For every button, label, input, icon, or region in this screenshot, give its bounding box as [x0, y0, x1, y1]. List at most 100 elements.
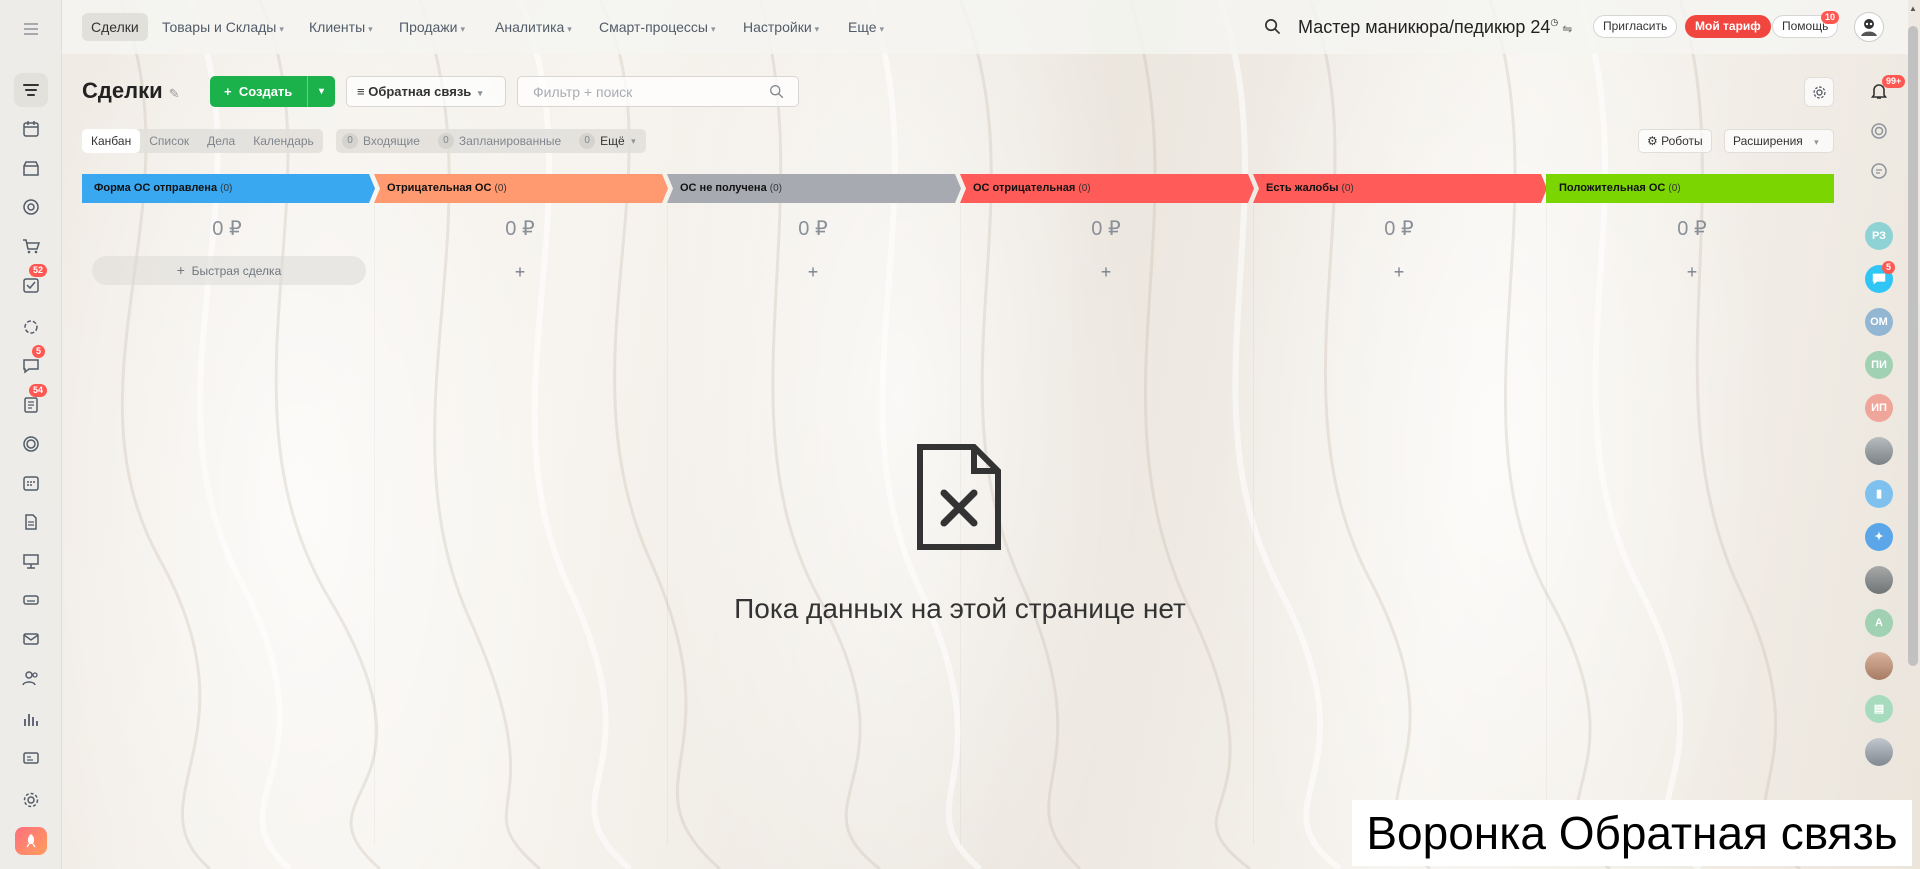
rail-avatar-10[interactable]: А	[1865, 609, 1893, 637]
pin-icon[interactable]: ✎	[169, 86, 180, 101]
bird-icon: ✦	[1874, 531, 1884, 543]
funnel-selector[interactable]: ≡ Обратная связь ▾	[346, 76, 506, 107]
nav-deals[interactable]: Сделки	[82, 13, 148, 41]
sidebar-analytics-icon[interactable]	[14, 702, 48, 736]
robots-button[interactable]: ⚙ Роботы	[1638, 129, 1712, 153]
sidebar-automation-icon[interactable]	[14, 310, 48, 344]
sidebar-store-icon[interactable]	[14, 151, 48, 185]
my-tariff-button[interactable]: Мой тариф	[1685, 15, 1771, 38]
stage-sum-6: 0 ₽	[1677, 218, 1707, 240]
clock-icon: ◷	[1550, 17, 1559, 27]
stage-add-button-6[interactable]: +	[1547, 262, 1837, 283]
sidebar-drive-icon[interactable]	[14, 583, 48, 617]
sidebar-target-icon[interactable]	[14, 190, 48, 224]
caption-label: Воронка Обратная связь	[1352, 800, 1912, 866]
sidebar-rocket-icon[interactable]	[15, 827, 47, 855]
counter-more[interactable]: 0 Ещё ▾	[579, 133, 636, 149]
create-dropdown-chevron-icon[interactable]: ▾	[307, 76, 335, 107]
search-icon[interactable]	[1264, 18, 1281, 38]
scroll-up-arrow-icon[interactable]: ▲	[1908, 4, 1918, 18]
sidebar-settings-icon[interactable]	[14, 783, 48, 817]
stage-title-3[interactable]: ОС не получена (0)	[670, 174, 782, 203]
tab-calendar[interactable]: Календарь	[244, 129, 323, 153]
stage-title-2[interactable]: Отрицательная ОС (0)	[377, 174, 507, 203]
counter-planned[interactable]: 0 Запланированные	[437, 133, 561, 149]
notifications-badge: 99+	[1882, 75, 1906, 88]
left-sidebar: 52 5 54	[0, 0, 62, 869]
chevron-down-icon: ▾	[567, 24, 572, 34]
sidebar-calendar-icon[interactable]	[14, 112, 48, 146]
stage-add-button-2[interactable]: +	[375, 262, 665, 283]
stage-add-button-3[interactable]: +	[668, 262, 958, 283]
open-channels-icon[interactable]	[1868, 160, 1890, 182]
tasks-badge: 52	[29, 264, 48, 277]
rail-avatar-5[interactable]: ИП	[1865, 394, 1893, 422]
search-icon[interactable]	[769, 84, 784, 102]
sidebar-docs-icon[interactable]: 54	[14, 384, 48, 422]
rail-avatar-8[interactable]: ✦	[1865, 523, 1893, 551]
user-avatar[interactable]	[1854, 12, 1884, 42]
portal-title[interactable]: Мастер маникюра/педикюр 24◷ ⇋	[1298, 17, 1572, 38]
sidebar-tasks-icon[interactable]: 52	[14, 264, 48, 302]
rail-avatar-4[interactable]: ПИ	[1865, 351, 1893, 379]
nav-goods[interactable]: Товары и Склады ▾	[153, 13, 293, 41]
rail-avatar-11[interactable]	[1865, 652, 1893, 680]
tab-kanban[interactable]: Канбан	[82, 129, 141, 153]
stage-title-1[interactable]: Форма ОС отправлена (0)	[84, 174, 232, 203]
page-scrollbar[interactable]	[1908, 26, 1918, 666]
sidebar-crm-icon[interactable]	[14, 73, 48, 107]
filter-search[interactable]	[517, 76, 799, 107]
kanban-settings-button[interactable]	[1804, 77, 1834, 107]
sliders-icon[interactable]: ⇋	[1562, 22, 1572, 36]
sidebar-chats-icon[interactable]: 5	[14, 345, 48, 383]
note-icon: ▤	[1873, 703, 1885, 715]
chevron-down-icon: ▾	[710, 24, 716, 34]
sidebar-presentation-icon[interactable]	[14, 544, 48, 578]
rail-avatar-1[interactable]: РЗ	[1865, 222, 1893, 250]
rail-avatar-6[interactable]	[1865, 437, 1893, 465]
rail-avatar-13[interactable]	[1865, 738, 1893, 766]
nav-smart-processes[interactable]: Смарт-процессы ▾	[590, 13, 724, 41]
nav-sales[interactable]: Продажи ▾	[390, 13, 474, 41]
sidebar-mail-icon[interactable]	[14, 622, 48, 656]
filter-search-input[interactable]	[518, 77, 758, 106]
right-rail: 99+ РЗ 5 ОМ ПИ ИП ▮ ✦ А ▤	[1848, 54, 1908, 869]
rail-avatar-7[interactable]: ▮	[1865, 480, 1893, 508]
nav-settings[interactable]: Настройки ▾	[734, 13, 828, 41]
sidebar-schedule-icon[interactable]	[14, 466, 48, 500]
sidebar-cart-icon[interactable]	[14, 229, 48, 263]
view-tabs: Канбан Список Дела Календарь	[82, 129, 323, 153]
extensions-button[interactable]: Расширения ▾	[1724, 129, 1834, 153]
rail-avatar-12[interactable]: ▤	[1865, 695, 1893, 723]
stage-title-5[interactable]: Есть жалобы (0)	[1256, 174, 1354, 203]
stage-title-6[interactable]: Положительная ОС (0)	[1549, 174, 1681, 203]
chevron-down-icon: ▾	[879, 24, 885, 34]
nav-more[interactable]: Еще ▾	[839, 13, 893, 41]
invite-button[interactable]: Пригласить	[1593, 15, 1678, 38]
rail-avatar-9[interactable]	[1865, 566, 1893, 594]
create-button[interactable]: + Создать ▾	[210, 76, 335, 107]
column-divider	[1546, 205, 1547, 845]
page-title: Сделки ✎	[82, 78, 180, 103]
sidebar-file-icon[interactable]	[14, 505, 48, 539]
rail-avatar-3[interactable]: ОМ	[1865, 308, 1893, 336]
stage-add-button-4[interactable]: +	[961, 262, 1251, 283]
counter-incoming[interactable]: 0 Входящие	[342, 133, 420, 149]
stage-add-button-5[interactable]: +	[1254, 262, 1544, 283]
stage-sum-1: 0 ₽	[212, 218, 242, 240]
tab-activities[interactable]: Дела	[198, 129, 244, 153]
copilot-icon[interactable]	[1868, 120, 1890, 142]
sidebar-circle-icon[interactable]	[14, 427, 48, 461]
stage-title-4[interactable]: ОС отрицательная (0)	[963, 174, 1091, 203]
sidebar-employees-icon[interactable]	[14, 661, 48, 695]
tab-list[interactable]: Список	[140, 129, 198, 153]
chevron-down-icon: ▾	[368, 24, 373, 34]
menu-hamburger-icon[interactable]	[14, 12, 48, 46]
nav-analytics[interactable]: Аналитика ▾	[486, 13, 581, 41]
sidebar-idcard-icon[interactable]	[14, 741, 48, 775]
chevron-down-icon: ▾	[1814, 137, 1819, 147]
gear-icon	[1812, 85, 1826, 99]
nav-clients[interactable]: Клиенты ▾	[300, 13, 382, 41]
quick-deal-button[interactable]: + Быстрая сделка	[92, 256, 366, 285]
column-divider	[1253, 205, 1254, 845]
